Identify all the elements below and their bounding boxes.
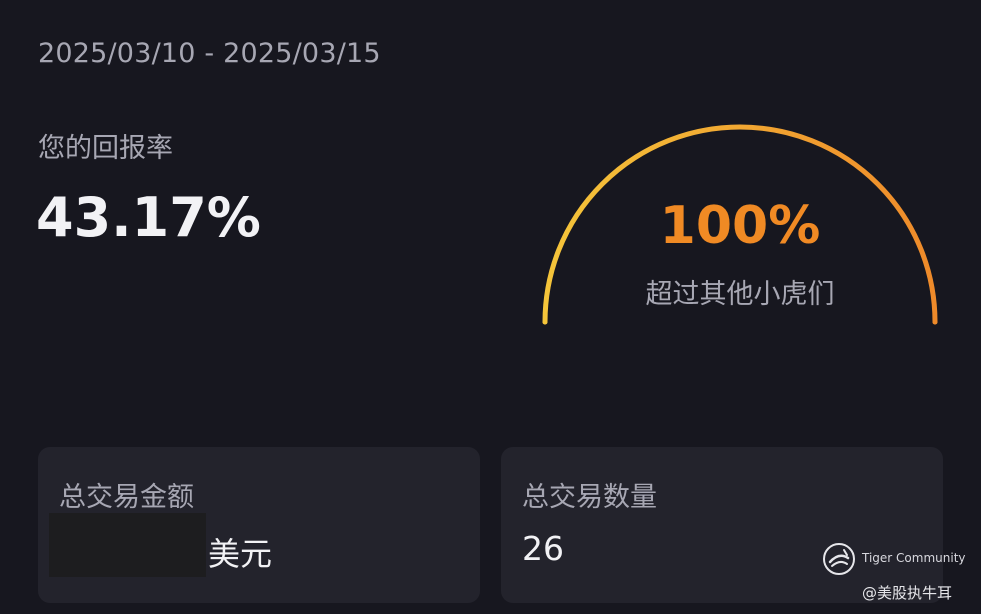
tiger-community-logo-icon [823, 543, 855, 575]
gauge-label: 超过其他小虎们 [645, 279, 835, 310]
watermark: Tiger Community @美股执牛耳 [822, 542, 972, 608]
gauge-end-dot-right [932, 319, 938, 325]
redacted-amount [49, 513, 206, 577]
watermark-handle: @美股执牛耳 [862, 584, 953, 602]
watermark-brand: Tiger Community [862, 551, 966, 565]
total-trade-amount-card: 总交易金额 美元 [38, 447, 480, 603]
return-value: 43.17% [36, 186, 261, 249]
gauge-percent: 100% [659, 196, 821, 256]
total-trade-amount-unit: 美元 [208, 535, 273, 573]
return-label: 您的回报率 [38, 133, 173, 164]
total-trade-count-value: 26 [522, 529, 564, 568]
date-range: 2025/03/10 - 2025/03/15 [38, 38, 381, 69]
total-trade-count-label: 总交易数量 [522, 482, 657, 513]
total-trade-amount-label: 总交易金额 [59, 482, 194, 513]
gauge-end-dot-left [542, 319, 548, 325]
